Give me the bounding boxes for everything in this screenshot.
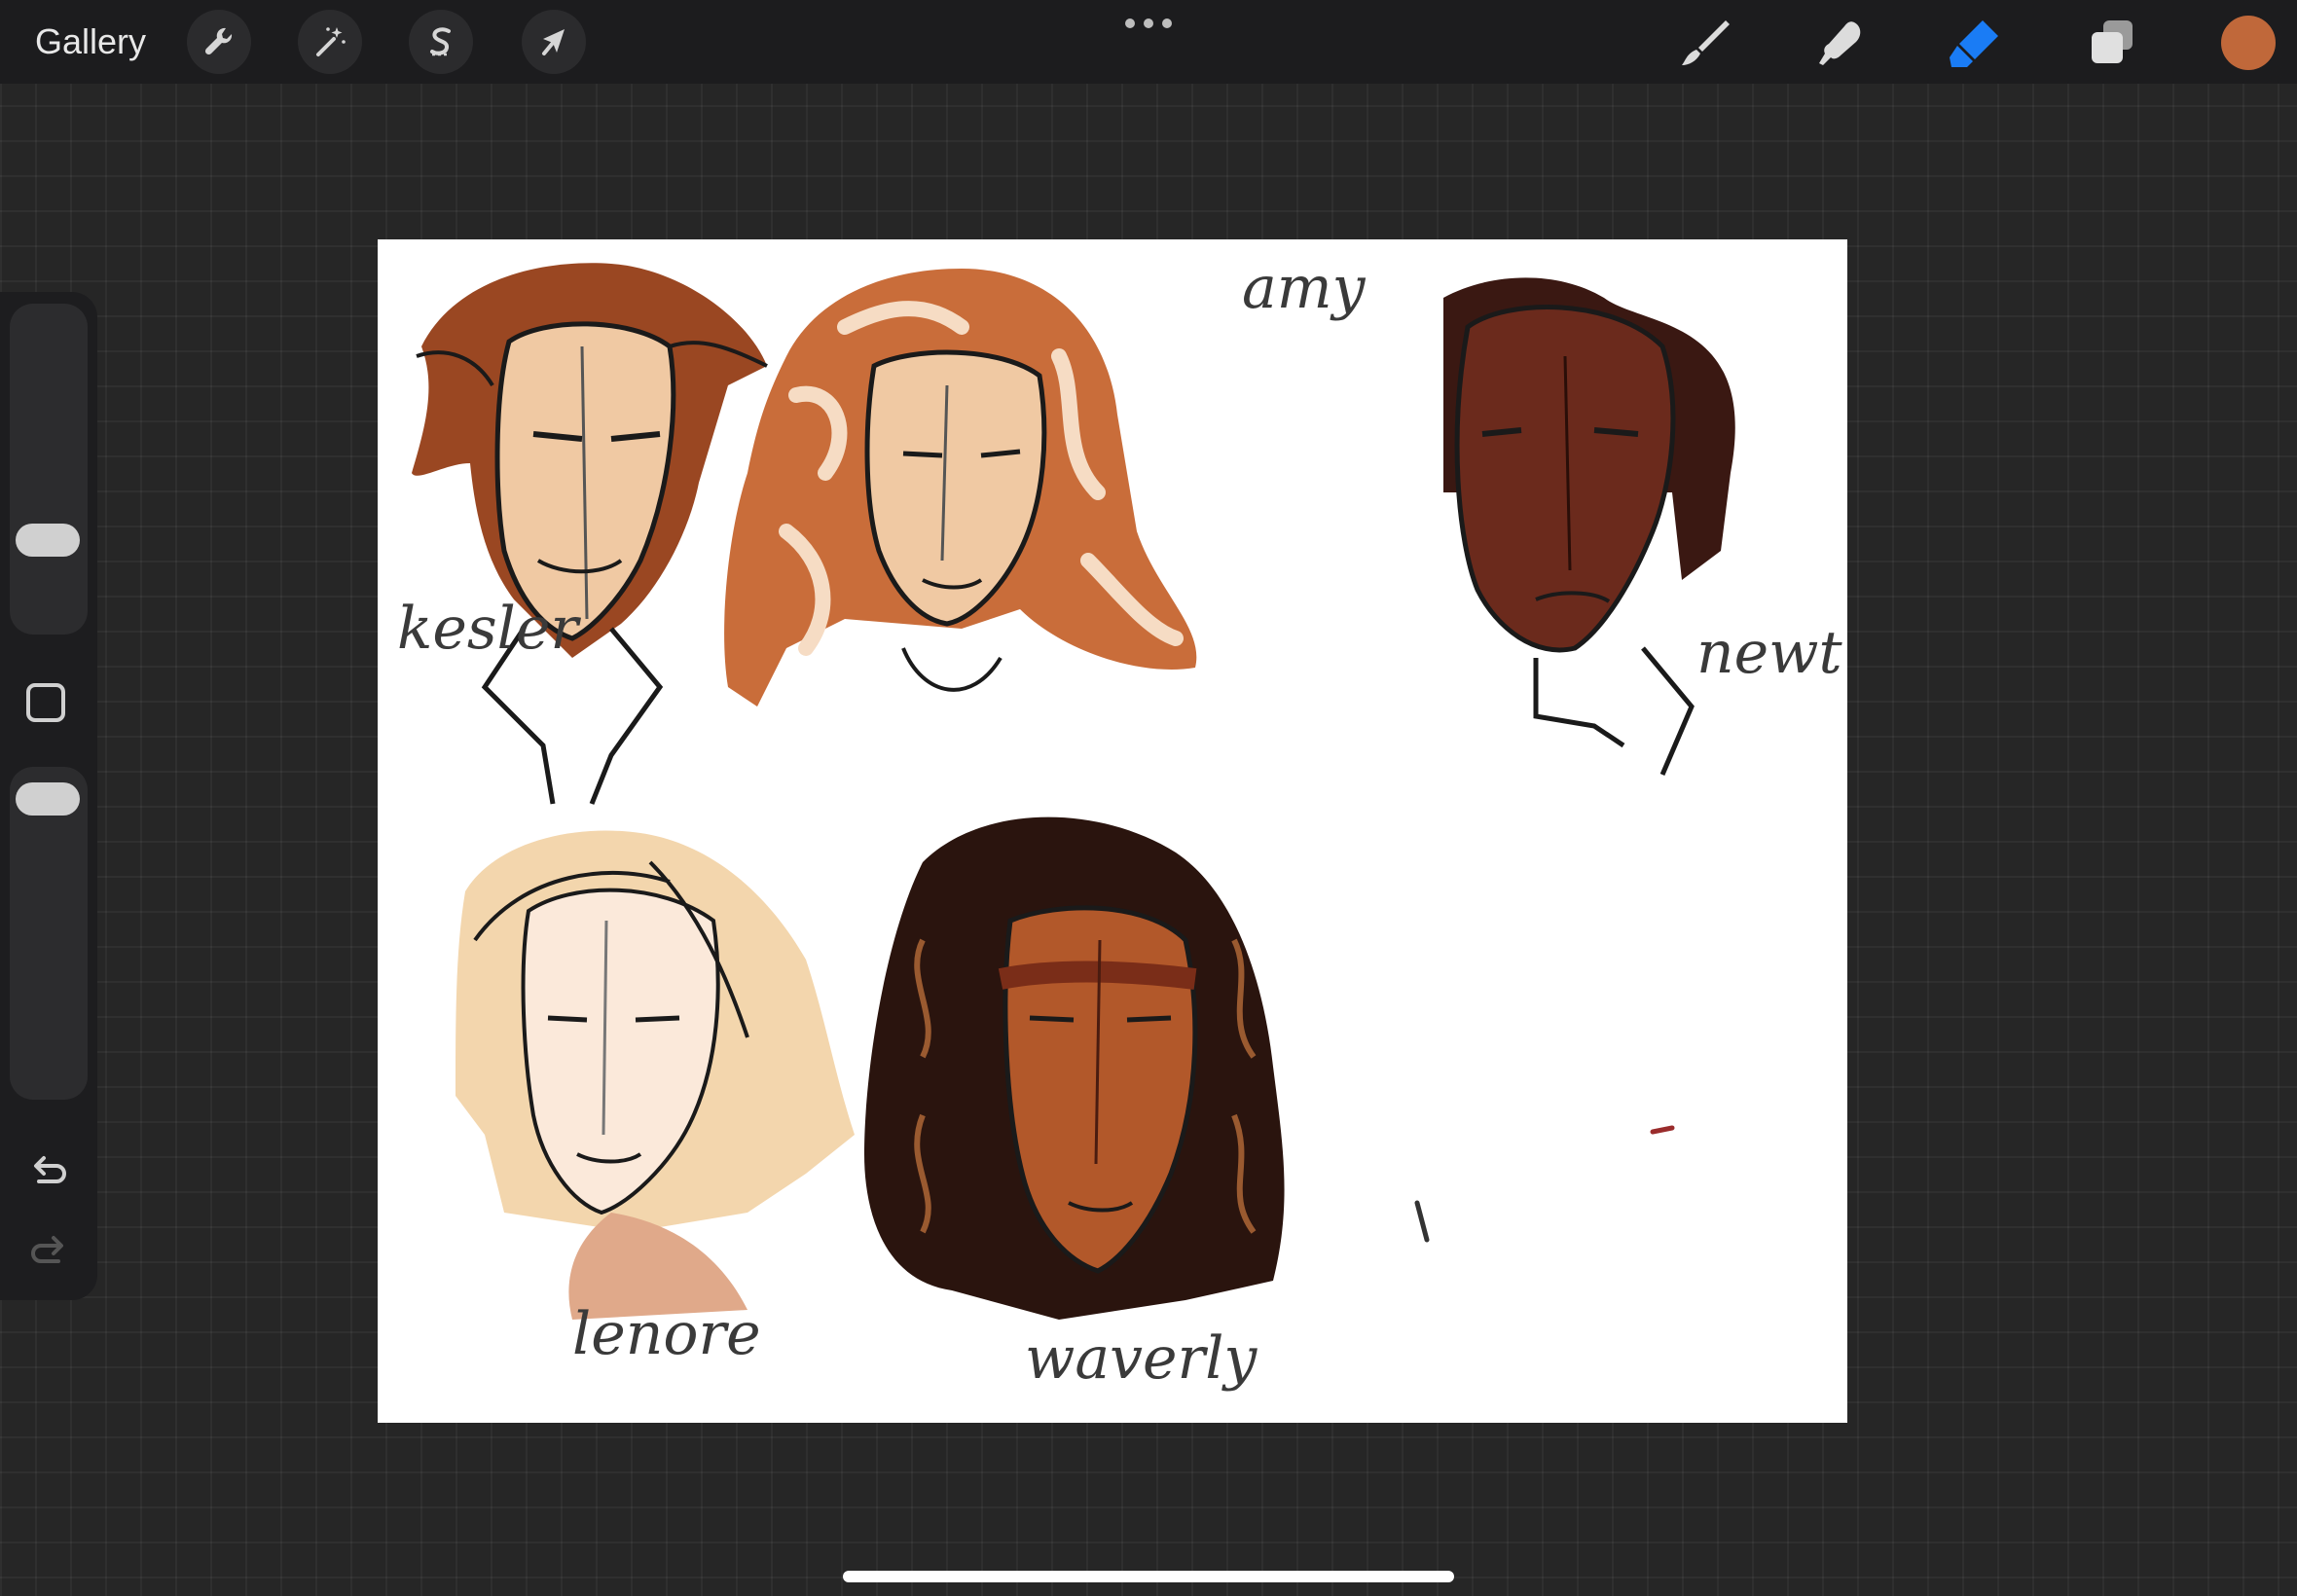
top-toolbar: Gallery	[0, 0, 2297, 84]
adjustments-button[interactable]	[298, 10, 362, 74]
left-sidebar	[0, 292, 97, 1300]
stray-mark	[1650, 1125, 1675, 1135]
label-lenore: lenore	[572, 1300, 761, 1368]
color-swatch-button[interactable]	[2221, 16, 2276, 70]
ellipsis-dot	[1162, 18, 1172, 28]
undo-icon	[34, 1156, 66, 1183]
actions-button[interactable]	[187, 10, 251, 74]
portrait-waverly: waverly	[864, 816, 1285, 1393]
magic-wand-icon	[316, 27, 346, 56]
gallery-button[interactable]: Gallery	[35, 18, 146, 66]
brush-size-slider-thumb[interactable]	[16, 524, 80, 557]
brush-tool-button[interactable]	[1674, 12, 1736, 74]
label-amy: amy	[1242, 254, 1367, 322]
smudge-tool-button[interactable]	[1808, 12, 1871, 74]
label-waverly: waverly	[1025, 1324, 1258, 1393]
portrait-lenore: lenore	[456, 830, 855, 1368]
drawing-canvas[interactable]: kesler amy newt lenore waverly	[378, 239, 1847, 1423]
portrait-amy: amy	[724, 254, 1367, 707]
layers-button[interactable]	[2081, 12, 2143, 74]
stray-mark	[1414, 1200, 1430, 1243]
selection-button[interactable]	[409, 10, 473, 74]
square-modifier-icon[interactable]	[26, 683, 65, 722]
smudge-finger-icon	[1819, 21, 1861, 65]
redo-icon	[31, 1236, 63, 1263]
label-newt: newt	[1696, 619, 1843, 687]
transform-button[interactable]	[522, 10, 586, 74]
arrow-cursor-icon	[542, 29, 565, 55]
portrait-kesler: kesler	[397, 263, 768, 805]
brush-icon	[1682, 20, 1730, 65]
wrench-icon	[204, 27, 233, 55]
redo-button[interactable]	[23, 1224, 74, 1275]
opacity-slider-thumb[interactable]	[16, 782, 80, 816]
eraser-tool-button[interactable]	[1943, 12, 2005, 74]
undo-button[interactable]	[23, 1144, 74, 1195]
portrait-newt: newt	[1443, 277, 1843, 776]
ellipsis-dot	[1125, 18, 1135, 28]
eraser-icon	[1950, 20, 1998, 67]
artwork: kesler amy newt lenore waverly	[397, 254, 1843, 1393]
label-kesler: kesler	[397, 595, 581, 663]
layers-icon	[2092, 20, 2133, 63]
brush-size-slider[interactable]	[10, 304, 88, 635]
opacity-slider[interactable]	[10, 767, 88, 1100]
home-indicator[interactable]	[843, 1571, 1454, 1582]
selection-s-icon	[430, 27, 451, 56]
more-options-button[interactable]	[1125, 16, 1172, 31]
ellipsis-dot	[1144, 18, 1153, 28]
